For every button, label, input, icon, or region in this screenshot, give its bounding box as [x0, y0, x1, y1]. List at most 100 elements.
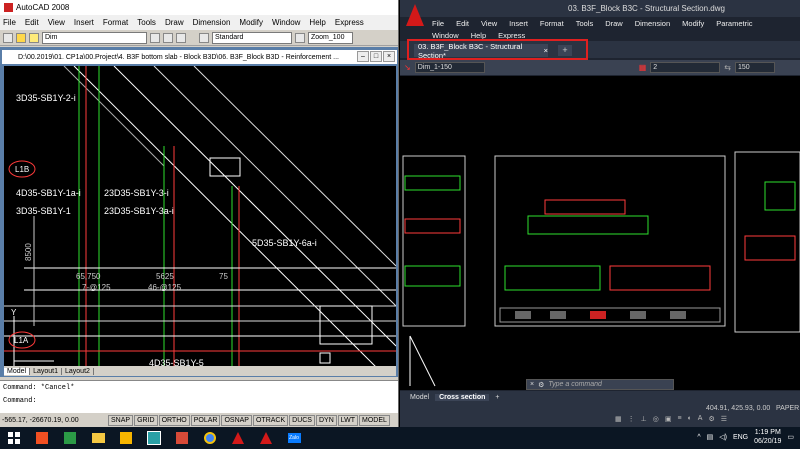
start-button[interactable] — [0, 427, 28, 449]
value-combo-1[interactable]: 2 — [650, 62, 721, 73]
rmenu-draw[interactable]: Draw — [605, 19, 623, 28]
workspace-icon[interactable]: ⚙ — [708, 415, 714, 423]
menu-format[interactable]: Format — [103, 18, 128, 27]
customize-icon[interactable]: ☰ — [721, 415, 727, 423]
taskbar-zalo[interactable]: Zalo — [280, 427, 308, 449]
rmenu-tools[interactable]: Tools — [576, 19, 594, 28]
maximize-button[interactable]: □ — [370, 51, 382, 62]
label-l1a: L1A — [14, 336, 29, 345]
rmenu-view[interactable]: View — [481, 19, 497, 28]
menu-modify[interactable]: Modify — [239, 18, 263, 27]
tab-cross-section[interactable]: Cross section — [435, 393, 490, 401]
tab-layout1[interactable]: Layout1 — [30, 367, 62, 375]
rmenu-file[interactable]: File — [432, 19, 444, 28]
right-drawing-canvas[interactable] — [400, 76, 800, 390]
menu-draw[interactable]: Draw — [165, 18, 184, 27]
status-model[interactable]: MODEL — [359, 414, 390, 426]
grid-icon[interactable]: ▦ — [615, 415, 622, 423]
layer-properties-icon[interactable] — [3, 32, 13, 43]
clock[interactable]: 1:19 PM 06/20/19 — [754, 428, 781, 446]
make-current-icon[interactable] — [150, 32, 160, 43]
annotation-icon[interactable]: A — [698, 415, 703, 423]
command-prompt-line[interactable]: Command: — [3, 397, 396, 405]
status-otrack[interactable]: OTRACK — [252, 414, 289, 426]
command-line[interactable]: × ⚙ Type a command — [526, 379, 674, 390]
detail-box — [209, 157, 241, 177]
snap-icon[interactable]: ⋮ — [628, 415, 635, 423]
ortho-icon[interactable]: ⊥ — [641, 415, 647, 423]
scale-icon[interactable]: ⇆ — [724, 63, 731, 72]
polar-icon[interactable]: ◎ — [653, 415, 659, 423]
command-input[interactable]: Type a command — [548, 381, 602, 388]
taskbar-app-3[interactable] — [112, 427, 140, 449]
dim-style-icon[interactable] — [295, 32, 305, 43]
menu-insert[interactable]: Insert — [74, 18, 94, 27]
minimize-button[interactable]: – — [357, 51, 369, 62]
taskbar-chrome[interactable] — [196, 427, 224, 449]
dim-style-combo[interactable]: Dim_1-150 — [414, 62, 485, 73]
transparency-icon[interactable]: ◐ — [688, 415, 692, 423]
command-close-icon[interactable]: × — [530, 381, 534, 388]
menu-view[interactable]: View — [48, 18, 65, 27]
close-button[interactable]: × — [383, 51, 395, 62]
tray-arrow-icon[interactable]: ^ — [697, 434, 700, 441]
volume-icon[interactable]: ◁) — [719, 433, 727, 441]
command-wrench-icon[interactable]: ⚙ — [538, 381, 544, 389]
status-dyn[interactable]: DYN — [315, 414, 337, 426]
taskbar-autocad-2[interactable] — [252, 427, 280, 449]
freeze-icon[interactable] — [29, 32, 39, 43]
tab-layout2[interactable]: Layout2 — [62, 367, 94, 375]
layer-previous-icon[interactable] — [163, 32, 173, 43]
taskbar-app-1[interactable] — [28, 427, 56, 449]
paper-space-button[interactable]: PAPER — [776, 405, 799, 412]
left-menu-bar: File Edit View Insert Format Tools Draw … — [0, 15, 398, 30]
text-style-icon[interactable] — [199, 32, 209, 43]
menu-help[interactable]: Help — [309, 18, 325, 27]
status-polar[interactable]: POLAR — [190, 414, 221, 426]
status-grid[interactable]: GRID — [134, 414, 158, 426]
status-ortho[interactable]: ORTHO — [158, 414, 190, 426]
layer-combo[interactable]: Dim — [42, 31, 147, 44]
status-osnap[interactable]: OSNAP — [221, 414, 252, 426]
rmenu-format[interactable]: Format — [540, 19, 564, 28]
zoom-combo[interactable]: Zoom_100 — [308, 31, 353, 44]
layer-state-icon[interactable] — [16, 32, 26, 43]
osnap-icon[interactable]: ▣ — [665, 415, 672, 423]
tab-model-right[interactable]: Model — [410, 394, 429, 401]
taskbar-app-5[interactable] — [168, 427, 196, 449]
command-window[interactable]: Command: *Cancel* Command: — [0, 380, 398, 413]
rmenu-modify[interactable]: Modify — [682, 19, 704, 28]
match-layer-icon[interactable] — [176, 32, 186, 43]
autocad-modern-window: 03. B3F_Block B3C - Structural Section.d… — [400, 0, 800, 427]
notification-icon[interactable]: ▭ — [787, 433, 794, 441]
taskbar-file-explorer[interactable] — [84, 427, 112, 449]
language-indicator[interactable]: ENG — [733, 434, 748, 441]
value-combo-2[interactable]: 150 — [734, 62, 775, 73]
menu-file[interactable]: File — [3, 18, 16, 27]
network-icon[interactable]: ▤ — [707, 433, 714, 441]
rmenu-dimension[interactable]: Dimension — [635, 19, 670, 28]
rmenu-insert[interactable]: Insert — [509, 19, 528, 28]
menu-tools[interactable]: Tools — [137, 18, 156, 27]
status-lwt[interactable]: LWT — [337, 414, 359, 426]
left-drawing-canvas[interactable]: 3D35-SB1Y-2-i L1B 4D35-SB1Y-1a-i 23D35-S… — [4, 66, 396, 367]
lineweight-icon[interactable]: ≡ — [677, 415, 681, 423]
menu-edit[interactable]: Edit — [25, 18, 39, 27]
add-layout-plus-icon[interactable]: + — [495, 394, 499, 401]
menu-dimension[interactable]: Dimension — [193, 18, 231, 27]
menu-window[interactable]: Window — [272, 18, 300, 27]
tab-model[interactable]: Model — [4, 367, 31, 375]
taskbar-autocad-1[interactable] — [224, 427, 252, 449]
rmenu-edit[interactable]: Edit — [456, 19, 469, 28]
taskbar-app-2[interactable] — [56, 427, 84, 449]
reinforcement-drawing: 3D35-SB1Y-2-i L1B 4D35-SB1Y-1a-i 23D35-S… — [4, 66, 396, 367]
autocad-a-logo-icon[interactable] — [406, 4, 424, 26]
status-ducs[interactable]: DUCS — [289, 414, 315, 426]
rmenu-parametric[interactable]: Parametric — [716, 19, 752, 28]
status-snap[interactable]: SNAP — [108, 414, 134, 426]
text-style-combo[interactable]: Standard — [212, 31, 292, 44]
linetype-icon[interactable]: ▦ — [639, 63, 647, 72]
menu-express[interactable]: Express — [335, 18, 364, 27]
dim-style-icon[interactable]: ↘ — [404, 63, 411, 72]
taskbar-app-4[interactable] — [140, 427, 168, 449]
